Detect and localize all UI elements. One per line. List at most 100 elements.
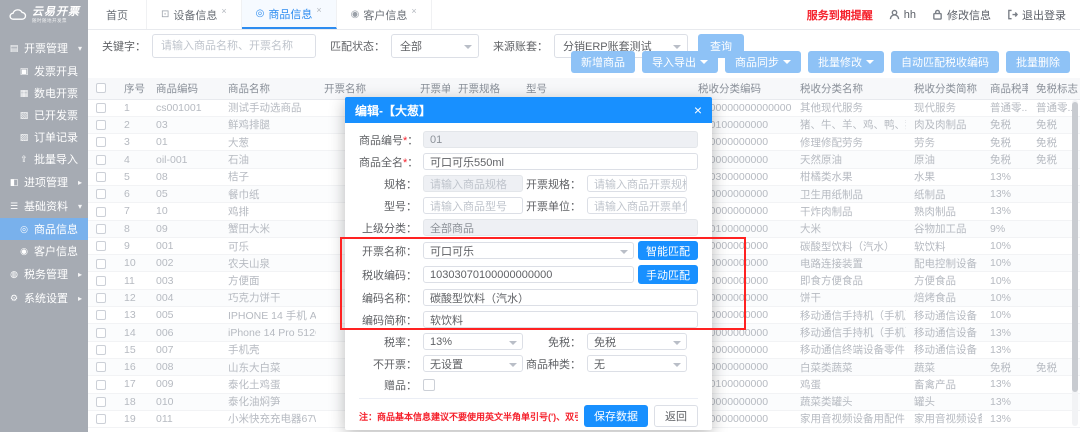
column-header: 开票单位 bbox=[412, 78, 450, 99]
cell-seq: 2 bbox=[116, 116, 148, 133]
product-kind-select[interactable]: 无 bbox=[587, 355, 687, 372]
model-field[interactable]: 请输入商品型号 bbox=[423, 197, 523, 214]
model-label: 型号： bbox=[359, 198, 423, 214]
cell-product-name: 鸡排 bbox=[220, 203, 316, 220]
sidebar-item-label: 订单记录 bbox=[34, 129, 78, 145]
match-status-select[interactable]: 全部 bbox=[391, 34, 479, 58]
code-name-field[interactable]: 碳酸型饮料（汽水） bbox=[423, 289, 698, 306]
row-checkbox[interactable] bbox=[96, 310, 106, 320]
sidebar-item[interactable]: ▤ 开票管理 ▾ bbox=[0, 36, 88, 60]
row-checkbox[interactable] bbox=[96, 414, 106, 424]
select-all-checkbox[interactable] bbox=[96, 83, 106, 93]
sidebar-item[interactable]: ☰ 基础资料 ▾ bbox=[0, 194, 88, 218]
action-button[interactable]: 批量修改 bbox=[808, 51, 884, 73]
tab-close-icon[interactable]: × bbox=[221, 6, 226, 16]
cell-product-code: 08 bbox=[148, 168, 220, 185]
smart-match-button[interactable]: 智能匹配 bbox=[638, 241, 698, 260]
keyword-input[interactable] bbox=[152, 34, 316, 58]
sidebar-item[interactable]: ◉ 客户信息 bbox=[0, 240, 88, 262]
row-checkbox[interactable] bbox=[96, 137, 106, 147]
invoice-name-select[interactable]: 可口可乐 bbox=[423, 242, 634, 259]
row-checkbox[interactable] bbox=[96, 172, 106, 182]
cell-product-code: 01 bbox=[148, 134, 220, 151]
row-checkbox[interactable] bbox=[96, 120, 106, 130]
tax-rate-select[interactable]: 13% bbox=[423, 333, 523, 350]
action-button-label: 导入导出 bbox=[652, 54, 696, 70]
tab-close-icon[interactable]: × bbox=[316, 5, 321, 15]
save-button[interactable]: 保存数据 bbox=[584, 405, 648, 427]
cell-seq: 10 bbox=[116, 255, 148, 272]
dropdown-caret-icon bbox=[866, 60, 874, 68]
row-checkbox[interactable] bbox=[96, 397, 106, 407]
cell-product-code: 10 bbox=[148, 203, 220, 220]
action-bar: 新增商品 导入导出 商品同步 批量修改 自动匹配税收编码 bbox=[571, 51, 1070, 73]
invoice-unit-field[interactable]: 请输入商品开票单位 bbox=[587, 197, 687, 214]
cell-tax-category-short: 现代服务 bbox=[906, 99, 982, 116]
column-header: 商品名称 bbox=[220, 78, 316, 99]
service-expiry-notice[interactable]: 服务到期提醒 bbox=[807, 7, 873, 23]
action-button[interactable]: 新增商品 bbox=[571, 51, 635, 73]
action-button-label: 批量修改 bbox=[818, 54, 862, 70]
sidebar-item[interactable]: ⚙ 系统设置 ▸ bbox=[0, 286, 88, 310]
sidebar-item[interactable]: ▧ 已开发票 bbox=[0, 104, 88, 126]
parent-category-label: 上级分类： bbox=[359, 220, 423, 236]
row-checkbox[interactable] bbox=[96, 293, 106, 303]
cell-tax-category-short: 移动通信设备 bbox=[906, 324, 982, 341]
action-button[interactable]: 批量删除 bbox=[1006, 51, 1070, 73]
sidebar-item[interactable]: ◧ 进项管理 ▸ bbox=[0, 170, 88, 194]
sidebar-item[interactable]: ◍ 税务管理 ▸ bbox=[0, 262, 88, 286]
tab[interactable]: ◉ 客户信息 × bbox=[337, 0, 432, 29]
row-checkbox[interactable] bbox=[96, 276, 106, 286]
row-checkbox[interactable] bbox=[96, 224, 106, 234]
cell-product-name: 泰化土鸡蛋 bbox=[220, 376, 316, 393]
logout-button[interactable]: 退出登录 bbox=[1007, 7, 1066, 23]
no-invoice-select[interactable]: 无设置 bbox=[423, 355, 523, 372]
code-short-label: 编码简称： bbox=[359, 312, 423, 328]
action-button[interactable]: 自动匹配税收编码 bbox=[891, 51, 999, 73]
gift-checkbox[interactable] bbox=[423, 379, 435, 391]
row-checkbox[interactable] bbox=[96, 380, 106, 390]
tax-code-field[interactable]: 10303070100000000000 bbox=[423, 266, 634, 283]
code-short-field[interactable]: 软饮料 bbox=[423, 311, 698, 328]
action-button[interactable]: 导入导出 bbox=[642, 51, 718, 73]
row-checkbox[interactable] bbox=[96, 259, 106, 269]
action-button[interactable]: 商品同步 bbox=[725, 51, 801, 73]
exempt-select[interactable]: 免税 bbox=[587, 333, 687, 350]
sidebar-item[interactable]: ▨ 订单记录 bbox=[0, 126, 88, 148]
cell-product-code: 008 bbox=[148, 358, 220, 375]
tab-close-icon[interactable]: × bbox=[411, 6, 416, 16]
cell-product-code: 03 bbox=[148, 116, 220, 133]
user-menu[interactable]: hh bbox=[889, 9, 916, 21]
manual-match-button[interactable]: 手动匹配 bbox=[638, 265, 698, 284]
tab[interactable]: ◎ 商品信息 × bbox=[242, 0, 337, 29]
sidebar-item[interactable]: ◎ 商品信息 bbox=[0, 218, 88, 240]
close-icon[interactable]: × bbox=[694, 103, 702, 117]
row-checkbox[interactable] bbox=[96, 241, 106, 251]
row-checkbox[interactable] bbox=[96, 189, 106, 199]
sidebar-item[interactable]: ⇪ 批量导入 bbox=[0, 148, 88, 170]
sidebar-item-icon: ▣ bbox=[18, 66, 30, 77]
cell-product-name: 鲜鸡排腿 bbox=[220, 116, 316, 133]
invoice-spec-field[interactable]: 请输入商品开票规格 bbox=[587, 175, 687, 192]
row-checkbox[interactable] bbox=[96, 345, 106, 355]
back-button[interactable]: 返回 bbox=[654, 405, 698, 427]
gift-label: 赠品： bbox=[359, 377, 423, 393]
edit-info-button[interactable]: 修改信息 bbox=[932, 7, 991, 23]
table-scrollbar[interactable] bbox=[1072, 100, 1078, 426]
column-header: 商品税率 bbox=[982, 78, 1028, 99]
product-fullname-label: 商品全名*： bbox=[359, 154, 423, 170]
tab[interactable]: 首页 bbox=[88, 0, 147, 29]
row-checkbox[interactable] bbox=[96, 103, 106, 113]
row-checkbox[interactable] bbox=[96, 155, 106, 165]
row-checkbox[interactable] bbox=[96, 328, 106, 338]
product-fullname-field[interactable]: 可口可乐550ml bbox=[423, 153, 698, 170]
cell-tax-rate: 13% bbox=[982, 203, 1028, 220]
sidebar-item[interactable]: ▣ 发票开具 bbox=[0, 60, 88, 82]
scrollbar-thumb[interactable] bbox=[1072, 102, 1078, 392]
tab[interactable]: ⊡ 设备信息 × bbox=[147, 0, 242, 29]
row-checkbox[interactable] bbox=[96, 207, 106, 217]
row-checkbox[interactable] bbox=[96, 362, 106, 372]
sidebar-item[interactable]: ▦ 数电开票 bbox=[0, 82, 88, 104]
cell-tax-category-short: 配电控制设备 bbox=[906, 255, 982, 272]
cell-tax-category-name: 猪、牛、羊、鸡、鸭、鹅… bbox=[792, 116, 906, 133]
